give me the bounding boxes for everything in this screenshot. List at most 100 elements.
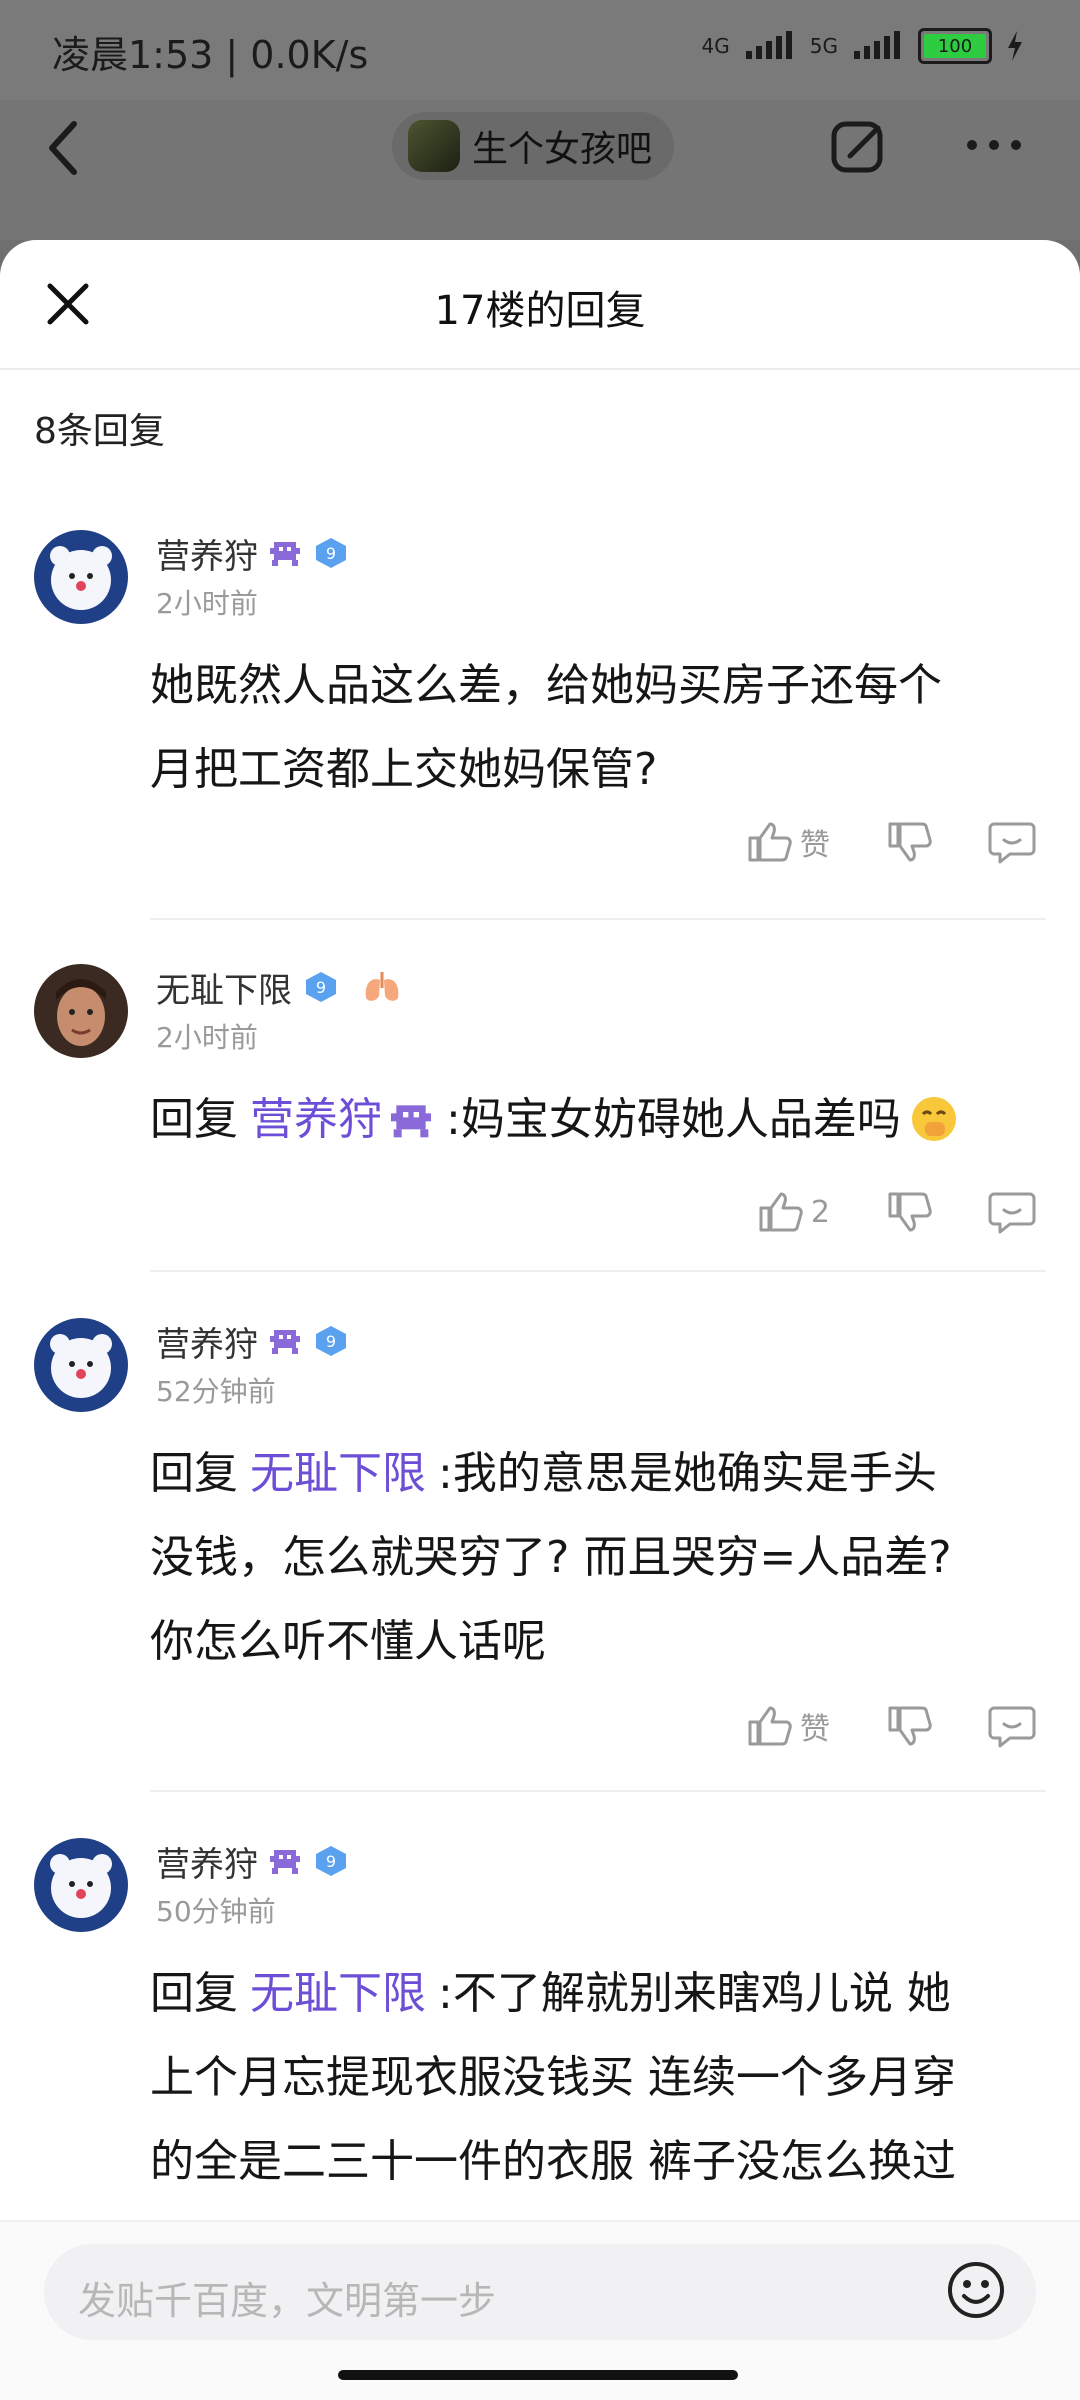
comment-icon[interactable] xyxy=(988,820,1036,864)
level-number: 9 xyxy=(326,544,336,563)
username-row: 无耻下限 9 xyxy=(156,963,402,1012)
timestamp: 2小时前 xyxy=(156,1021,258,1054)
alien-icon xyxy=(391,1105,431,1138)
action-row: 2 xyxy=(757,1190,1036,1234)
comment-line: 月把工资都上交她妈保管? xyxy=(150,744,658,795)
battery-level: 100 xyxy=(937,35,973,57)
avatar[interactable] xyxy=(34,1838,128,1932)
comment-line: 回复 营养狩 :妈宝女妨碍她人品差吗 xyxy=(150,1078,1050,1162)
bear-avatar-icon xyxy=(34,1838,128,1932)
timestamp: 52分钟前 xyxy=(156,1375,276,1408)
username[interactable]: 营养狩 xyxy=(156,1317,258,1366)
like-count: 2 xyxy=(810,1194,830,1230)
divider xyxy=(150,1270,1046,1272)
comment-text: 回复 营养狩 :妈宝女妨碍她人品差吗 xyxy=(150,1078,1050,1162)
lungs-icon xyxy=(365,972,399,1001)
reply-text: :我的意思是她确实是手头 xyxy=(438,1448,937,1499)
reply-prefix: 回复 xyxy=(150,1094,238,1145)
person-avatar-icon xyxy=(34,964,128,1058)
reply-sheet: 17楼的回复 8条回复 营养狩 9 2小时前 她既然人品这么差，给她妈买房子还每… xyxy=(0,240,1080,2400)
comment-line: 上个月忘提现衣服没钱买 连续一个多月穿 xyxy=(150,2052,956,2103)
comment-line: 回复 无耻下限:我的意思是她确实是手头 xyxy=(150,1432,1050,1516)
level-badge-icon: 9 xyxy=(316,538,346,568)
reply-text: :不了解就别来瞎鸡儿说 她 xyxy=(438,1968,951,2019)
reply-count: 8条回复 xyxy=(34,411,165,452)
like-button[interactable]: 2 xyxy=(757,1190,830,1234)
username-row: 营养狩 9 xyxy=(156,529,350,578)
status-time: 凌晨1:53 | 0.0K/s xyxy=(52,33,369,77)
level-number: 9 xyxy=(326,1852,336,1871)
sheet-header: 17楼的回复 xyxy=(0,240,1080,370)
signal-icon xyxy=(745,31,792,59)
alien-icon xyxy=(270,1330,300,1354)
mention-name[interactable]: 无耻下限 xyxy=(250,1448,426,1499)
reply-input-placeholder: 发贴千百度，文明第一步 xyxy=(78,2279,497,2323)
like-label: 赞 xyxy=(800,828,830,863)
username[interactable]: 无耻下限 xyxy=(156,963,292,1012)
face-with-hand-over-mouth-icon xyxy=(911,1097,956,1141)
comment-line: 你怎么听不懂人话呢 xyxy=(150,1616,546,1667)
comment-text: 回复 无耻下限:我的意思是她确实是手头 没钱，怎么就哭穷了? 而且哭穷=人品差? … xyxy=(150,1432,1050,1684)
comment-text: 她既然人品这么差，给她妈买房子还每个 月把工资都上交她妈保管? xyxy=(150,644,1050,812)
alien-icon xyxy=(270,1850,300,1874)
mention-name: 营养狩 xyxy=(250,1094,382,1145)
level-badge-icon: 9 xyxy=(316,1326,346,1356)
network-4g-label: 4G xyxy=(701,34,730,58)
thumbs-down-icon[interactable] xyxy=(886,1190,934,1234)
level-badge-icon: 9 xyxy=(306,972,336,1002)
comment-line: 她既然人品这么差，给她妈买房子还每个 xyxy=(150,660,942,711)
level-badge-icon: 9 xyxy=(316,1846,346,1876)
comment-icon[interactable] xyxy=(988,1704,1036,1748)
home-indicator[interactable] xyxy=(338,2370,738,2380)
signal-icon-2 xyxy=(854,31,900,59)
timestamp: 2小时前 xyxy=(156,587,258,620)
battery-icon: 100 xyxy=(918,28,992,64)
reply-text: :妈宝女妨碍她人品差吗 xyxy=(446,1094,901,1145)
bear-avatar-icon xyxy=(34,530,128,624)
username-row: 营养狩 9 xyxy=(156,1837,350,1886)
charging-icon xyxy=(1008,31,1022,61)
avatar[interactable] xyxy=(34,1318,128,1412)
thumbs-up-icon xyxy=(748,1706,792,1746)
mention-name[interactable]: 无耻下限 xyxy=(250,1968,426,2019)
like-button[interactable]: 赞 xyxy=(746,1704,830,1748)
level-number: 9 xyxy=(326,1332,336,1351)
username-row: 营养狩 9 xyxy=(156,1317,350,1366)
status-icons: 4G 5G 100 xyxy=(702,28,1024,64)
status-bar: 凌晨1:53 | 0.0K/s 4G 5G 100 xyxy=(0,0,1080,100)
edit-share-icon[interactable] xyxy=(830,118,888,176)
thumbs-up-icon xyxy=(759,1192,803,1232)
username[interactable]: 营养狩 xyxy=(156,529,258,578)
bear-avatar-icon xyxy=(34,1318,128,1412)
emoji-icon[interactable] xyxy=(944,2258,1008,2322)
reply-prefix: 回复 xyxy=(150,1448,238,1499)
forum-chip[interactable]: 生个女孩吧 xyxy=(392,112,675,180)
like-button[interactable]: 赞 xyxy=(746,820,830,864)
network-5g-label: 5G xyxy=(809,34,838,58)
timestamp: 50分钟前 xyxy=(156,1895,276,1928)
reply-prefix: 回复 xyxy=(150,1968,238,2019)
forum-name: 生个女孩吧 xyxy=(472,129,653,170)
comment-text: 回复 无耻下限:不了解就别来瞎鸡儿说 她 上个月忘提现衣服没钱买 连续一个多月穿 … xyxy=(150,1952,1050,2204)
comment-line: 回复 无耻下限:不了解就别来瞎鸡儿说 她 xyxy=(150,1952,1050,2036)
comment-line: 的全是二三十一件的衣服 裤子没怎么换过 xyxy=(150,2136,956,2187)
reply-input[interactable]: 发贴千百度，文明第一步 xyxy=(44,2244,1036,2340)
comment-line: 没钱，怎么就哭穷了? 而且哭穷=人品差? xyxy=(150,1532,952,1583)
thumbs-down-icon[interactable] xyxy=(886,1704,934,1748)
more-icon[interactable] xyxy=(964,130,1024,160)
forum-avatar xyxy=(408,120,460,172)
mention-link[interactable]: 营养狩 xyxy=(250,1094,434,1145)
avatar[interactable] xyxy=(34,530,128,624)
avatar[interactable] xyxy=(34,964,128,1058)
divider xyxy=(150,918,1046,920)
username[interactable]: 营养狩 xyxy=(156,1837,258,1886)
action-row: 赞 xyxy=(746,820,1036,864)
level-number: 9 xyxy=(316,978,326,997)
thumbs-up-icon xyxy=(748,822,792,862)
comment-icon[interactable] xyxy=(988,1190,1036,1234)
sheet-title: 17楼的回复 xyxy=(434,288,646,334)
thumbs-down-icon[interactable] xyxy=(886,820,934,864)
like-label: 赞 xyxy=(800,1712,830,1747)
back-icon[interactable] xyxy=(44,118,84,178)
alien-icon xyxy=(270,542,300,566)
